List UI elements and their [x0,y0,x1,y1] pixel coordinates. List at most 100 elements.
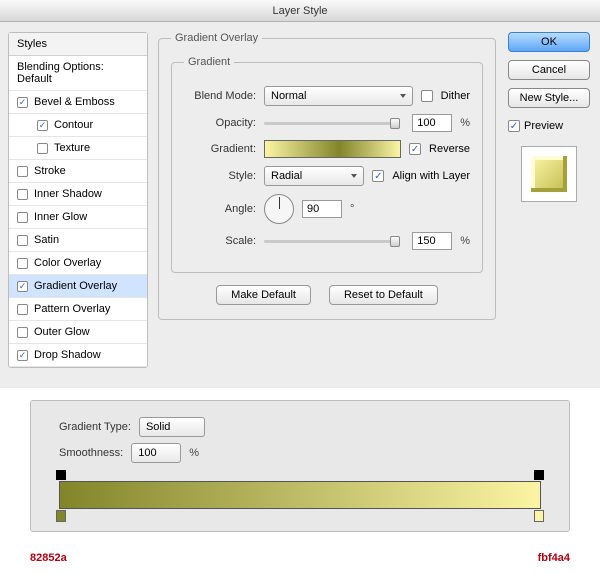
style-row-pattern-overlay[interactable]: Pattern Overlay [9,298,147,321]
hex-left: 82852a [30,552,67,564]
dialog-body: Styles Blending Options: Default Bevel &… [0,22,600,368]
style-label: Satin [34,234,59,246]
style-row-color-overlay[interactable]: Color Overlay [9,252,147,275]
scale-row: Scale: % [184,232,470,250]
style-row-drop-shadow[interactable]: Drop Shadow [9,344,147,367]
unit-percent: % [189,447,199,459]
color-stop-left[interactable] [56,510,66,522]
opacity-row: Opacity: % [184,114,470,132]
gradient-swatch[interactable] [264,140,401,158]
gradient-editor-section: Gradient Type: Solid Smoothness: 100 % 8… [0,388,600,574]
style-label: Gradient Overlay [34,280,117,292]
styles-header[interactable]: Styles [9,33,147,56]
checkbox-contour[interactable] [37,120,48,131]
style-row-outer-glow[interactable]: Outer Glow [9,321,147,344]
checkbox-inner-glow[interactable] [17,212,28,223]
color-stop-right[interactable] [534,510,544,522]
style-label: Stroke [34,165,66,177]
unit-percent: % [460,117,470,129]
style-label: Inner Shadow [34,188,102,200]
checkbox-texture[interactable] [37,143,48,154]
cancel-button[interactable]: Cancel [508,60,590,80]
style-row-inner-shadow[interactable]: Inner Shadow [9,183,147,206]
label-scale: Scale: [184,235,256,247]
checkbox-pattern-overlay[interactable] [17,304,28,315]
style-label: Texture [54,142,90,154]
label-opacity: Opacity: [184,117,256,129]
checkbox-inner-shadow[interactable] [17,189,28,200]
style-label: Inner Glow [34,211,87,223]
checkbox-bevel[interactable] [17,97,28,108]
style-row-texture[interactable]: Texture [9,137,147,160]
preview-checkbox[interactable] [508,120,520,132]
right-panel: OK Cancel New Style... Preview [506,32,592,368]
style-row-contour[interactable]: Contour [9,114,147,137]
style-label: Pattern Overlay [34,303,110,315]
window-title: Layer Style [0,0,600,22]
make-default-button[interactable]: Make Default [216,285,311,305]
checkbox-outer-glow[interactable] [17,327,28,338]
layer-style-dialog: Layer Style Styles Blending Options: Def… [0,0,600,388]
opacity-slider[interactable] [264,122,400,125]
reset-default-button[interactable]: Reset to Default [329,285,438,305]
label-angle: Angle: [184,203,256,215]
checkbox-satin[interactable] [17,235,28,246]
settings-center: Gradient Overlay Gradient Blend Mode: No… [158,32,496,368]
angle-dial[interactable] [264,194,294,224]
new-style-button[interactable]: New Style... [508,88,590,108]
chevron-down-icon [400,94,406,98]
slider-thumb[interactable] [390,236,400,247]
gradient-type-select[interactable]: Solid [139,417,205,437]
gradient-group: Gradient Blend Mode: Normal Dither Opaci… [171,56,483,273]
gradient-overlay-group: Gradient Overlay Gradient Blend Mode: No… [158,32,496,320]
smoothness-select[interactable]: 100 [131,443,181,463]
blending-options-row[interactable]: Blending Options: Default [9,56,147,91]
style-row-gradient-overlay[interactable]: Gradient Overlay [9,275,147,298]
style-select[interactable]: Radial [264,166,364,186]
unit-percent: % [460,235,470,247]
label-style: Style: [184,170,256,182]
preview-swatch [521,146,577,202]
smoothness-row: Smoothness: 100 % [59,443,541,463]
default-buttons: Make Default Reset to Default [171,285,483,305]
style-label: Contour [54,119,93,131]
style-row-bevel-emboss[interactable]: Bevel & Emboss [9,91,147,114]
style-label: Bevel & Emboss [34,96,115,108]
opacity-stop-left[interactable] [56,470,66,480]
label-dither: Dither [441,90,470,102]
style-label: Drop Shadow [34,349,101,361]
chevron-down-icon [351,174,357,178]
label-gradient: Gradient: [184,143,256,155]
gradient-bar[interactable] [59,481,541,509]
gradient-row: Gradient: Reverse [184,140,470,158]
scale-slider[interactable] [264,240,400,243]
style-row-satin[interactable]: Satin [9,229,147,252]
hex-right: fbf4a4 [538,552,570,564]
reverse-checkbox[interactable] [409,143,421,155]
checkbox-color-overlay[interactable] [17,258,28,269]
opacity-stop-right[interactable] [534,470,544,480]
checkbox-drop-shadow[interactable] [17,350,28,361]
style-label: Outer Glow [34,326,90,338]
label-gradient-type: Gradient Type: [59,421,131,433]
styles-panel: Styles Blending Options: Default Bevel &… [8,32,148,368]
group-legend: Gradient Overlay [171,32,262,44]
angle-input[interactable] [302,200,342,218]
scale-input[interactable] [412,232,452,250]
inner-legend: Gradient [184,56,234,68]
opacity-input[interactable] [412,114,452,132]
label-smoothness: Smoothness: [59,447,123,459]
style-row: Style: Radial Align with Layer [184,166,470,186]
dither-checkbox[interactable] [421,90,433,102]
label-reverse: Reverse [429,143,470,155]
angle-row: Angle: ° [184,194,470,224]
align-checkbox[interactable] [372,170,384,182]
style-row-stroke[interactable]: Stroke [9,160,147,183]
checkbox-gradient-overlay[interactable] [17,281,28,292]
ok-button[interactable]: OK [508,32,590,52]
style-row-inner-glow[interactable]: Inner Glow [9,206,147,229]
slider-thumb[interactable] [390,118,400,129]
checkbox-stroke[interactable] [17,166,28,177]
blend-mode-select[interactable]: Normal [264,86,413,106]
gradient-type-row: Gradient Type: Solid [59,417,541,437]
